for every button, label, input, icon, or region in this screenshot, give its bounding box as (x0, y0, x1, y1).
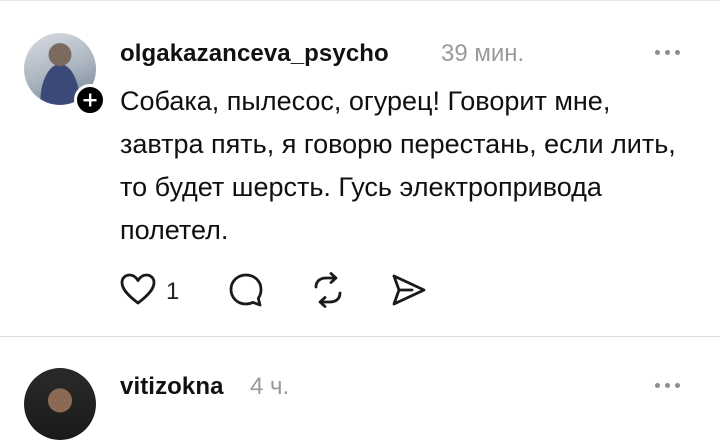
timestamp: 39 мин. (441, 40, 525, 67)
heart-icon (120, 273, 156, 305)
post-divider (0, 336, 720, 337)
comment-bubble-icon (229, 273, 263, 307)
username[interactable]: olgakazanceva_psycho (120, 40, 389, 68)
repost-icon (314, 272, 342, 308)
like-button[interactable] (118, 270, 158, 310)
thread-post: olgakazanceva_psycho 39 мин. Собака, пыл… (0, 0, 720, 336)
more-dots-icon[interactable] (655, 50, 680, 55)
send-icon (392, 274, 426, 306)
share-button[interactable] (388, 270, 428, 310)
username[interactable]: vitizokna (120, 373, 224, 401)
repost-button[interactable] (308, 270, 348, 310)
post-text: Собака, пылесос, огурец! Говорит мне, за… (120, 86, 676, 245)
timestamp: 4 ч. (250, 373, 290, 400)
avatar[interactable] (24, 368, 96, 440)
more-dots-icon[interactable] (655, 383, 680, 388)
plus-icon[interactable] (74, 84, 106, 116)
like-count: 1 (166, 278, 180, 305)
comment-button[interactable] (226, 270, 266, 310)
